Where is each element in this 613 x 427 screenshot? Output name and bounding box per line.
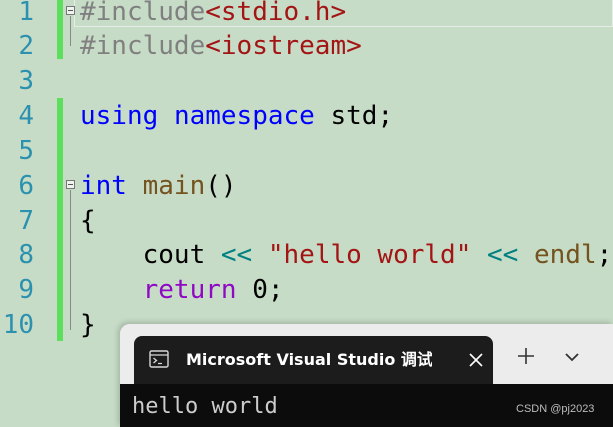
code-line: } bbox=[80, 308, 96, 342]
code-line: int main() bbox=[80, 169, 237, 203]
line-number: 9 bbox=[18, 275, 34, 305]
fold-toggle-icon[interactable] bbox=[66, 180, 75, 189]
code-token: cout bbox=[80, 240, 221, 270]
code-line: { bbox=[80, 204, 96, 238]
code-token: main bbox=[142, 171, 206, 201]
terminal-tab-title: Microsoft Visual Studio 调试控制台 bbox=[186, 350, 432, 369]
plus-icon[interactable] bbox=[516, 346, 536, 366]
fold-guide-line bbox=[70, 16, 71, 46]
fold-guide-line bbox=[70, 190, 71, 330]
close-icon[interactable] bbox=[466, 350, 486, 370]
line-number: 8 bbox=[18, 240, 34, 270]
code-line: using namespace std; bbox=[80, 99, 393, 133]
terminal-output-text: hello world bbox=[132, 394, 278, 419]
line-number: 1 bbox=[18, 0, 34, 27]
line-number: 4 bbox=[18, 101, 34, 131]
code-token: << bbox=[487, 240, 519, 270]
code-token: #include bbox=[80, 0, 206, 27]
code-token: using bbox=[80, 101, 159, 131]
terminal-tab[interactable]: Microsoft Visual Studio 调试控制台 bbox=[134, 336, 493, 384]
code-line: cout << "hello world" << endl; bbox=[80, 238, 613, 272]
line-number: 3 bbox=[18, 66, 34, 96]
watermark: CSDN @pj2023 bbox=[516, 403, 595, 415]
code-token: namespace bbox=[173, 101, 315, 131]
line-number: 6 bbox=[18, 171, 34, 201]
code-token: endl bbox=[533, 240, 597, 270]
code-token: () bbox=[205, 171, 237, 201]
line-number: 5 bbox=[18, 136, 34, 166]
code-token: #include bbox=[80, 31, 206, 61]
code-token: return bbox=[142, 275, 237, 305]
code-token: std; bbox=[314, 101, 394, 131]
line-number-gutter: 1 2 3 4 5 6 7 8 9 10 bbox=[0, 0, 58, 427]
code-token: "hello world" bbox=[267, 240, 472, 270]
code-token: ; bbox=[596, 240, 613, 270]
fold-toggle-icon[interactable] bbox=[66, 6, 75, 15]
terminal-tab-strip: Microsoft Visual Studio 调试控制台 bbox=[120, 324, 613, 384]
code-token: } bbox=[80, 310, 96, 340]
code-token: { bbox=[80, 206, 96, 236]
line-number: 7 bbox=[18, 206, 34, 236]
code-token: <iostream> bbox=[205, 31, 362, 61]
chevron-down-icon[interactable] bbox=[563, 349, 581, 365]
change-tracking-bar bbox=[57, 98, 63, 341]
code-token: << bbox=[220, 240, 253, 270]
console-icon bbox=[149, 350, 169, 368]
code-line: #include<stdio.h> bbox=[80, 0, 346, 29]
code-token: 0; bbox=[236, 275, 284, 305]
change-tracking-bar bbox=[57, 0, 63, 59]
code-token: int bbox=[80, 171, 127, 201]
code-line: return 0; bbox=[80, 273, 284, 307]
code-token: <stdio.h> bbox=[205, 0, 347, 27]
line-number: 10 bbox=[2, 310, 34, 340]
code-line: #include<iostream> bbox=[80, 29, 362, 63]
line-number: 2 bbox=[18, 31, 34, 61]
